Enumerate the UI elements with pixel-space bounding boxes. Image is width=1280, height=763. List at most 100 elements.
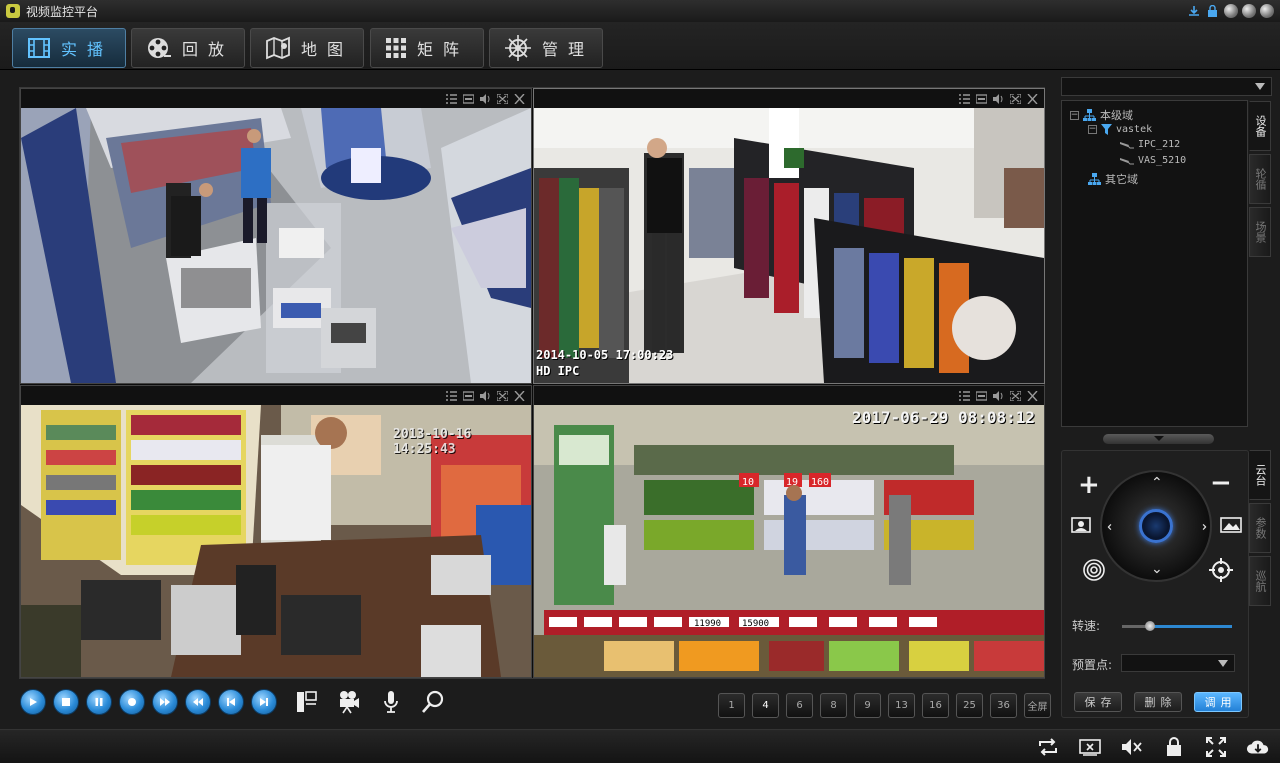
map-icon <box>266 36 290 60</box>
next-frame-button[interactable] <box>251 689 277 715</box>
speed-slider[interactable] <box>1122 621 1232 631</box>
play-button[interactable] <box>20 689 46 715</box>
maximize-button[interactable] <box>1242 3 1256 18</box>
fullscreen-icon[interactable] <box>1010 390 1021 401</box>
tab-live[interactable]: 实播 <box>12 28 126 68</box>
snapshot-button[interactable] <box>295 689 319 715</box>
crosshair-icon[interactable] <box>1209 558 1233 582</box>
fullscreen-icon[interactable] <box>497 390 508 401</box>
close-all-button[interactable] <box>1078 736 1102 758</box>
tab-manage[interactable]: 管理 <box>489 28 603 68</box>
list-icon[interactable] <box>959 390 970 401</box>
tab-cruise[interactable]: 巡航 <box>1249 556 1271 606</box>
delete-button[interactable]: 删除 <box>1134 692 1182 712</box>
download-icon[interactable] <box>1186 3 1201 18</box>
volume-icon[interactable] <box>480 93 491 104</box>
tab-devices[interactable]: 设备 <box>1249 101 1271 151</box>
tab-map[interactable]: 地图 <box>250 28 364 68</box>
stop-button[interactable] <box>53 689 79 715</box>
tree-node-vas-5210[interactable]: VAS_5210 <box>1120 155 1186 166</box>
list-icon[interactable] <box>959 93 970 104</box>
timestamp-overlay: 2014-10-05 17:00:23 <box>536 348 674 362</box>
video-pane-4[interactable]: 10 19 160 11990 15900 2017-06-29 08:08:1… <box>533 385 1045 678</box>
ptz-center-button[interactable] <box>1139 509 1173 543</box>
layout-9-button[interactable]: 9 <box>854 693 881 718</box>
list-icon[interactable] <box>446 93 457 104</box>
fast-forward-button[interactable] <box>152 689 178 715</box>
tab-ptz[interactable]: 云台 <box>1249 450 1271 500</box>
tab-cycle[interactable]: 轮循 <box>1249 154 1271 204</box>
switch-stream-button[interactable] <box>1036 736 1060 758</box>
video-feed <box>21 108 531 383</box>
save-button[interactable]: 保存 <box>1074 692 1122 712</box>
video-pane-1[interactable] <box>20 88 532 384</box>
layout-13-button[interactable]: 13 <box>888 693 915 718</box>
collapse-icon[interactable]: − <box>1070 110 1079 120</box>
tab-playback[interactable]: 回放 <box>131 28 245 68</box>
close-icon[interactable] <box>1027 93 1038 104</box>
record-icon[interactable] <box>463 390 474 401</box>
tab-scene[interactable]: 场景 <box>1249 207 1271 257</box>
record-icon[interactable] <box>463 93 474 104</box>
volume-icon[interactable] <box>480 390 491 401</box>
iris-icon[interactable] <box>1082 558 1106 582</box>
layout-8-button[interactable]: 8 <box>820 693 847 718</box>
layout-6-button[interactable]: 6 <box>786 693 813 718</box>
tree-node-ipc-212[interactable]: IPC_212 <box>1120 139 1180 150</box>
collapse-icon[interactable]: − <box>1088 125 1097 134</box>
video-feed: 10 19 160 11990 15900 2017-06-29 08:08:1… <box>534 405 1044 677</box>
minimize-button[interactable] <box>1224 3 1238 18</box>
collapse-toggle[interactable] <box>1103 434 1214 444</box>
domain-select[interactable] <box>1061 77 1272 96</box>
ptz-left-button[interactable]: ⌃ <box>1106 521 1122 533</box>
layout-25-button[interactable]: 25 <box>956 693 983 718</box>
tree-node-local-domain[interactable]: − 本级域 <box>1070 107 1133 123</box>
mute-button[interactable] <box>1120 736 1144 758</box>
focus-near-icon[interactable] <box>1071 517 1091 533</box>
close-icon[interactable] <box>1027 390 1038 401</box>
fullscreen-icon[interactable] <box>1010 93 1021 104</box>
lock-button[interactable] <box>1162 736 1186 758</box>
ptz-up-button[interactable]: ⌃ <box>1151 476 1163 490</box>
close-icon[interactable] <box>514 390 525 401</box>
record-icon[interactable] <box>976 93 987 104</box>
volume-icon[interactable] <box>993 93 1004 104</box>
expand-button[interactable] <box>1204 736 1228 758</box>
talk-button[interactable] <box>379 689 403 715</box>
video-feed: 2013-10-16 14:25:43 <box>21 405 531 677</box>
ptz-right-button[interactable]: ⌃ <box>1192 521 1208 533</box>
video-pane-3[interactable]: 2013-10-16 14:25:43 <box>20 385 532 678</box>
ptz-down-button[interactable]: ⌃ <box>1151 559 1163 575</box>
lock-icon[interactable] <box>1205 3 1220 18</box>
speed-slider-thumb[interactable] <box>1144 621 1155 631</box>
fullscreen-icon[interactable] <box>497 93 508 104</box>
layout-1-button[interactable]: 1 <box>718 693 745 718</box>
tree-node-vastek[interactable]: − vastek <box>1088 124 1152 135</box>
call-preset-button[interactable]: 调用 <box>1194 692 1242 712</box>
rewind-button[interactable] <box>185 689 211 715</box>
pause-button[interactable] <box>86 689 112 715</box>
video-record-button[interactable] <box>337 689 361 715</box>
record-button[interactable] <box>119 689 145 715</box>
tab-params[interactable]: 参数 <box>1249 503 1271 553</box>
tab-matrix[interactable]: 矩阵 <box>370 28 484 68</box>
layout-4-button[interactable]: 4 <box>752 693 779 718</box>
window-controls <box>1186 3 1274 18</box>
video-pane-2[interactable]: 2014-10-05 17:00:23 HD IPC <box>533 88 1045 384</box>
list-icon[interactable] <box>446 390 457 401</box>
zoom-in-button[interactable]: + <box>1078 472 1100 498</box>
close-icon[interactable] <box>514 93 525 104</box>
layout-16-button[interactable]: 16 <box>922 693 949 718</box>
prev-frame-button[interactable] <box>218 689 244 715</box>
fullscreen-button[interactable]: 全屏 <box>1024 693 1051 718</box>
tree-node-other-domain[interactable]: 其它域 <box>1088 171 1138 187</box>
close-button[interactable] <box>1260 3 1274 18</box>
record-icon[interactable] <box>976 390 987 401</box>
preset-select[interactable] <box>1121 654 1235 672</box>
focus-far-icon[interactable] <box>1220 517 1242 533</box>
volume-icon[interactable] <box>993 390 1004 401</box>
zoom-out-button[interactable]: − <box>1210 470 1232 496</box>
layout-36-button[interactable]: 36 <box>990 693 1017 718</box>
cloud-download-button[interactable] <box>1246 736 1270 758</box>
search-button[interactable] <box>421 689 445 715</box>
